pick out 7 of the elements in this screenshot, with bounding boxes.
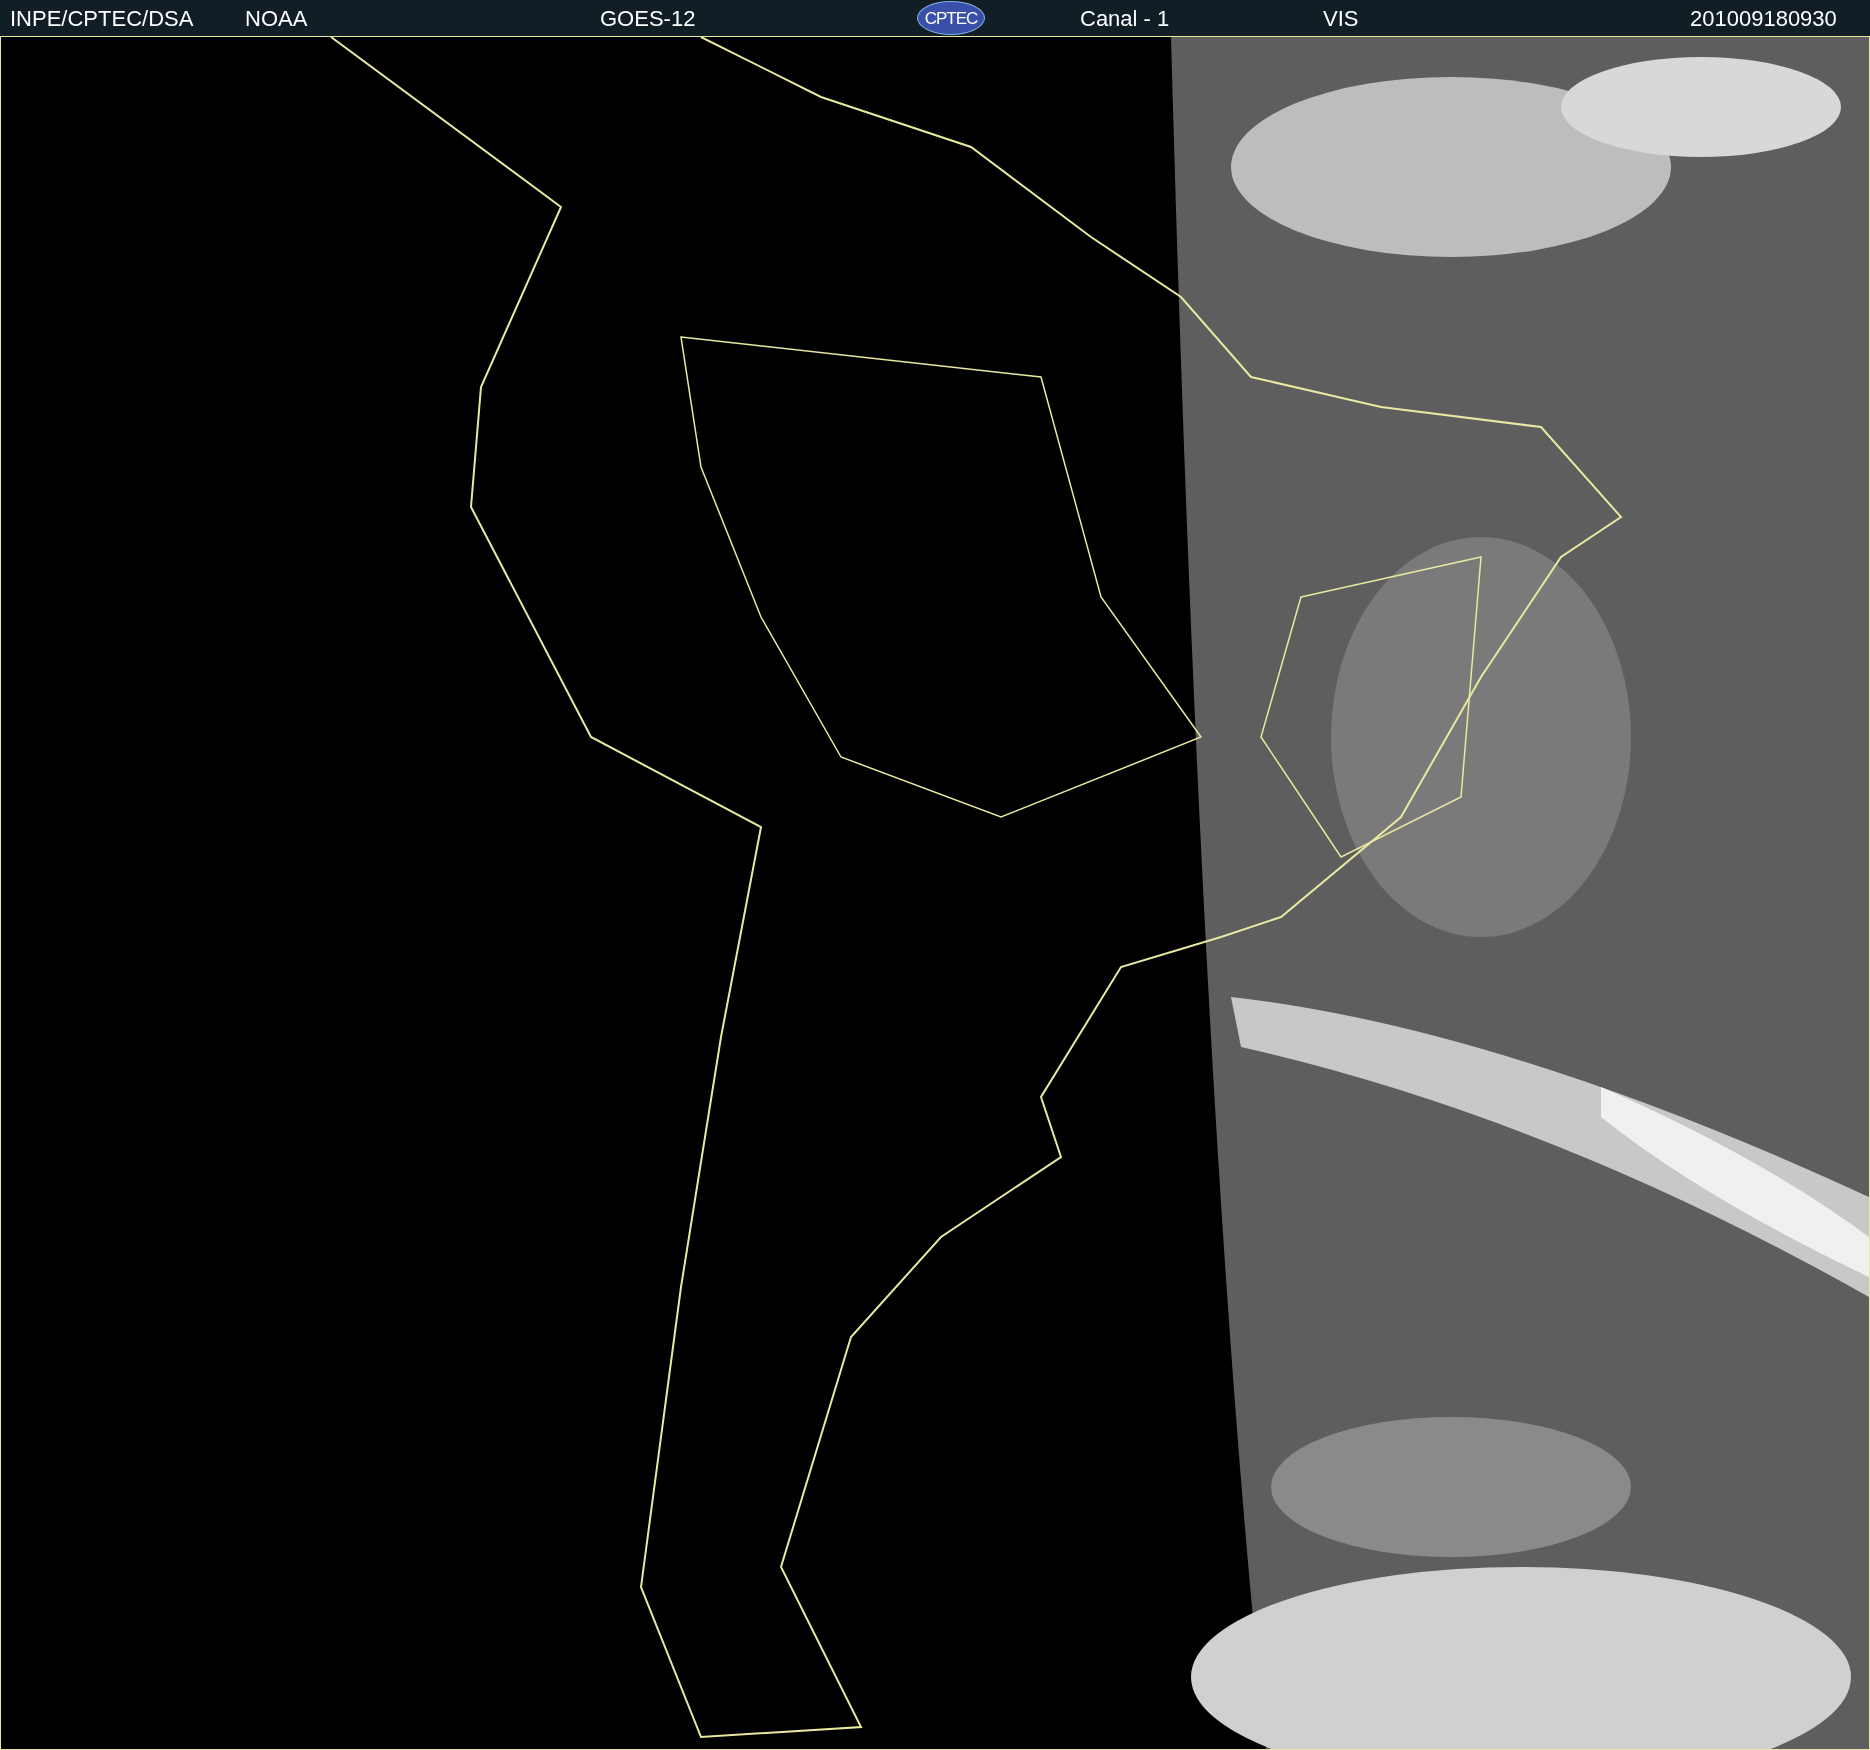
source-label: INPE/CPTEC/DSA [10,4,195,33]
channel-label: Canal - 1 [1080,4,1171,33]
band-label: VIS [1323,4,1360,33]
timestamp-label: 201009180930 [1690,4,1837,33]
agency-label: NOAA [245,4,309,33]
logo: CPTEC [917,1,985,35]
satellite-label: GOES-12 [600,4,697,33]
